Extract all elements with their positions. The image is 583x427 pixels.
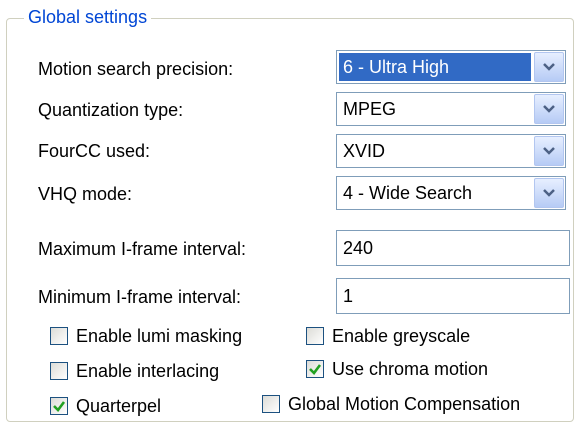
group-title: Global settings — [24, 4, 152, 30]
quant-type-combo[interactable]: MPEG — [336, 92, 566, 126]
gmc-checkbox[interactable]: Global Motion Compensation — [262, 392, 520, 416]
chroma-motion-checkbox[interactable]: Use chroma motion — [306, 357, 488, 381]
min-iframe-label: Minimum I-frame interval: — [38, 287, 242, 307]
checkbox-box[interactable] — [50, 397, 68, 415]
vhq-mode-value: 4 - Wide Search — [343, 183, 473, 203]
motion-search-label: Motion search precision: — [38, 59, 234, 79]
vhq-mode-combo[interactable]: 4 - Wide Search — [336, 176, 566, 210]
checkmark-icon — [309, 364, 322, 375]
quant-type-value: MPEG — [343, 99, 397, 119]
chevron-down-icon — [543, 105, 555, 113]
chevron-down-icon — [543, 189, 555, 197]
motion-search-combo[interactable]: 6 - Ultra High — [336, 50, 566, 84]
lumi-masking-label: Enable lumi masking — [76, 326, 243, 346]
min-iframe-input[interactable]: 1 — [336, 278, 570, 314]
max-iframe-label: Maximum I-frame interval: — [38, 239, 247, 259]
lumi-masking-checkbox[interactable]: Enable lumi masking — [50, 324, 242, 348]
quant-type-label: Quantization type: — [38, 100, 184, 120]
gmc-label: Global Motion Compensation — [288, 394, 521, 414]
chevron-down-icon — [543, 147, 555, 155]
fourcc-combo[interactable]: XVID — [336, 134, 566, 168]
greyscale-label: Enable greyscale — [332, 326, 471, 346]
fourcc-dropdown-button[interactable] — [534, 136, 564, 166]
interlacing-checkbox[interactable]: Enable interlacing — [50, 359, 219, 383]
checkbox-box[interactable] — [262, 395, 280, 413]
fourcc-value: XVID — [343, 141, 386, 161]
quarterpel-checkbox[interactable]: Quarterpel — [50, 394, 161, 418]
vhq-mode-dropdown-button[interactable] — [534, 178, 564, 208]
checkbox-box[interactable] — [306, 360, 324, 378]
checkbox-box[interactable] — [306, 327, 324, 345]
motion-search-value: 6 - Ultra High — [339, 53, 531, 81]
motion-search-dropdown-button[interactable] — [534, 52, 564, 82]
vhq-mode-label: VHQ mode: — [38, 184, 133, 204]
checkmark-icon — [53, 401, 66, 412]
chroma-motion-label: Use chroma motion — [332, 359, 489, 379]
quant-type-dropdown-button[interactable] — [534, 94, 564, 124]
quarterpel-label: Quarterpel — [76, 396, 162, 416]
greyscale-checkbox[interactable]: Enable greyscale — [306, 324, 470, 348]
fourcc-label: FourCC used: — [38, 141, 151, 161]
max-iframe-input[interactable]: 240 — [336, 230, 570, 266]
chevron-down-icon — [543, 63, 555, 71]
checkbox-box[interactable] — [50, 362, 68, 380]
interlacing-label: Enable interlacing — [76, 361, 220, 381]
checkbox-box[interactable] — [50, 327, 68, 345]
